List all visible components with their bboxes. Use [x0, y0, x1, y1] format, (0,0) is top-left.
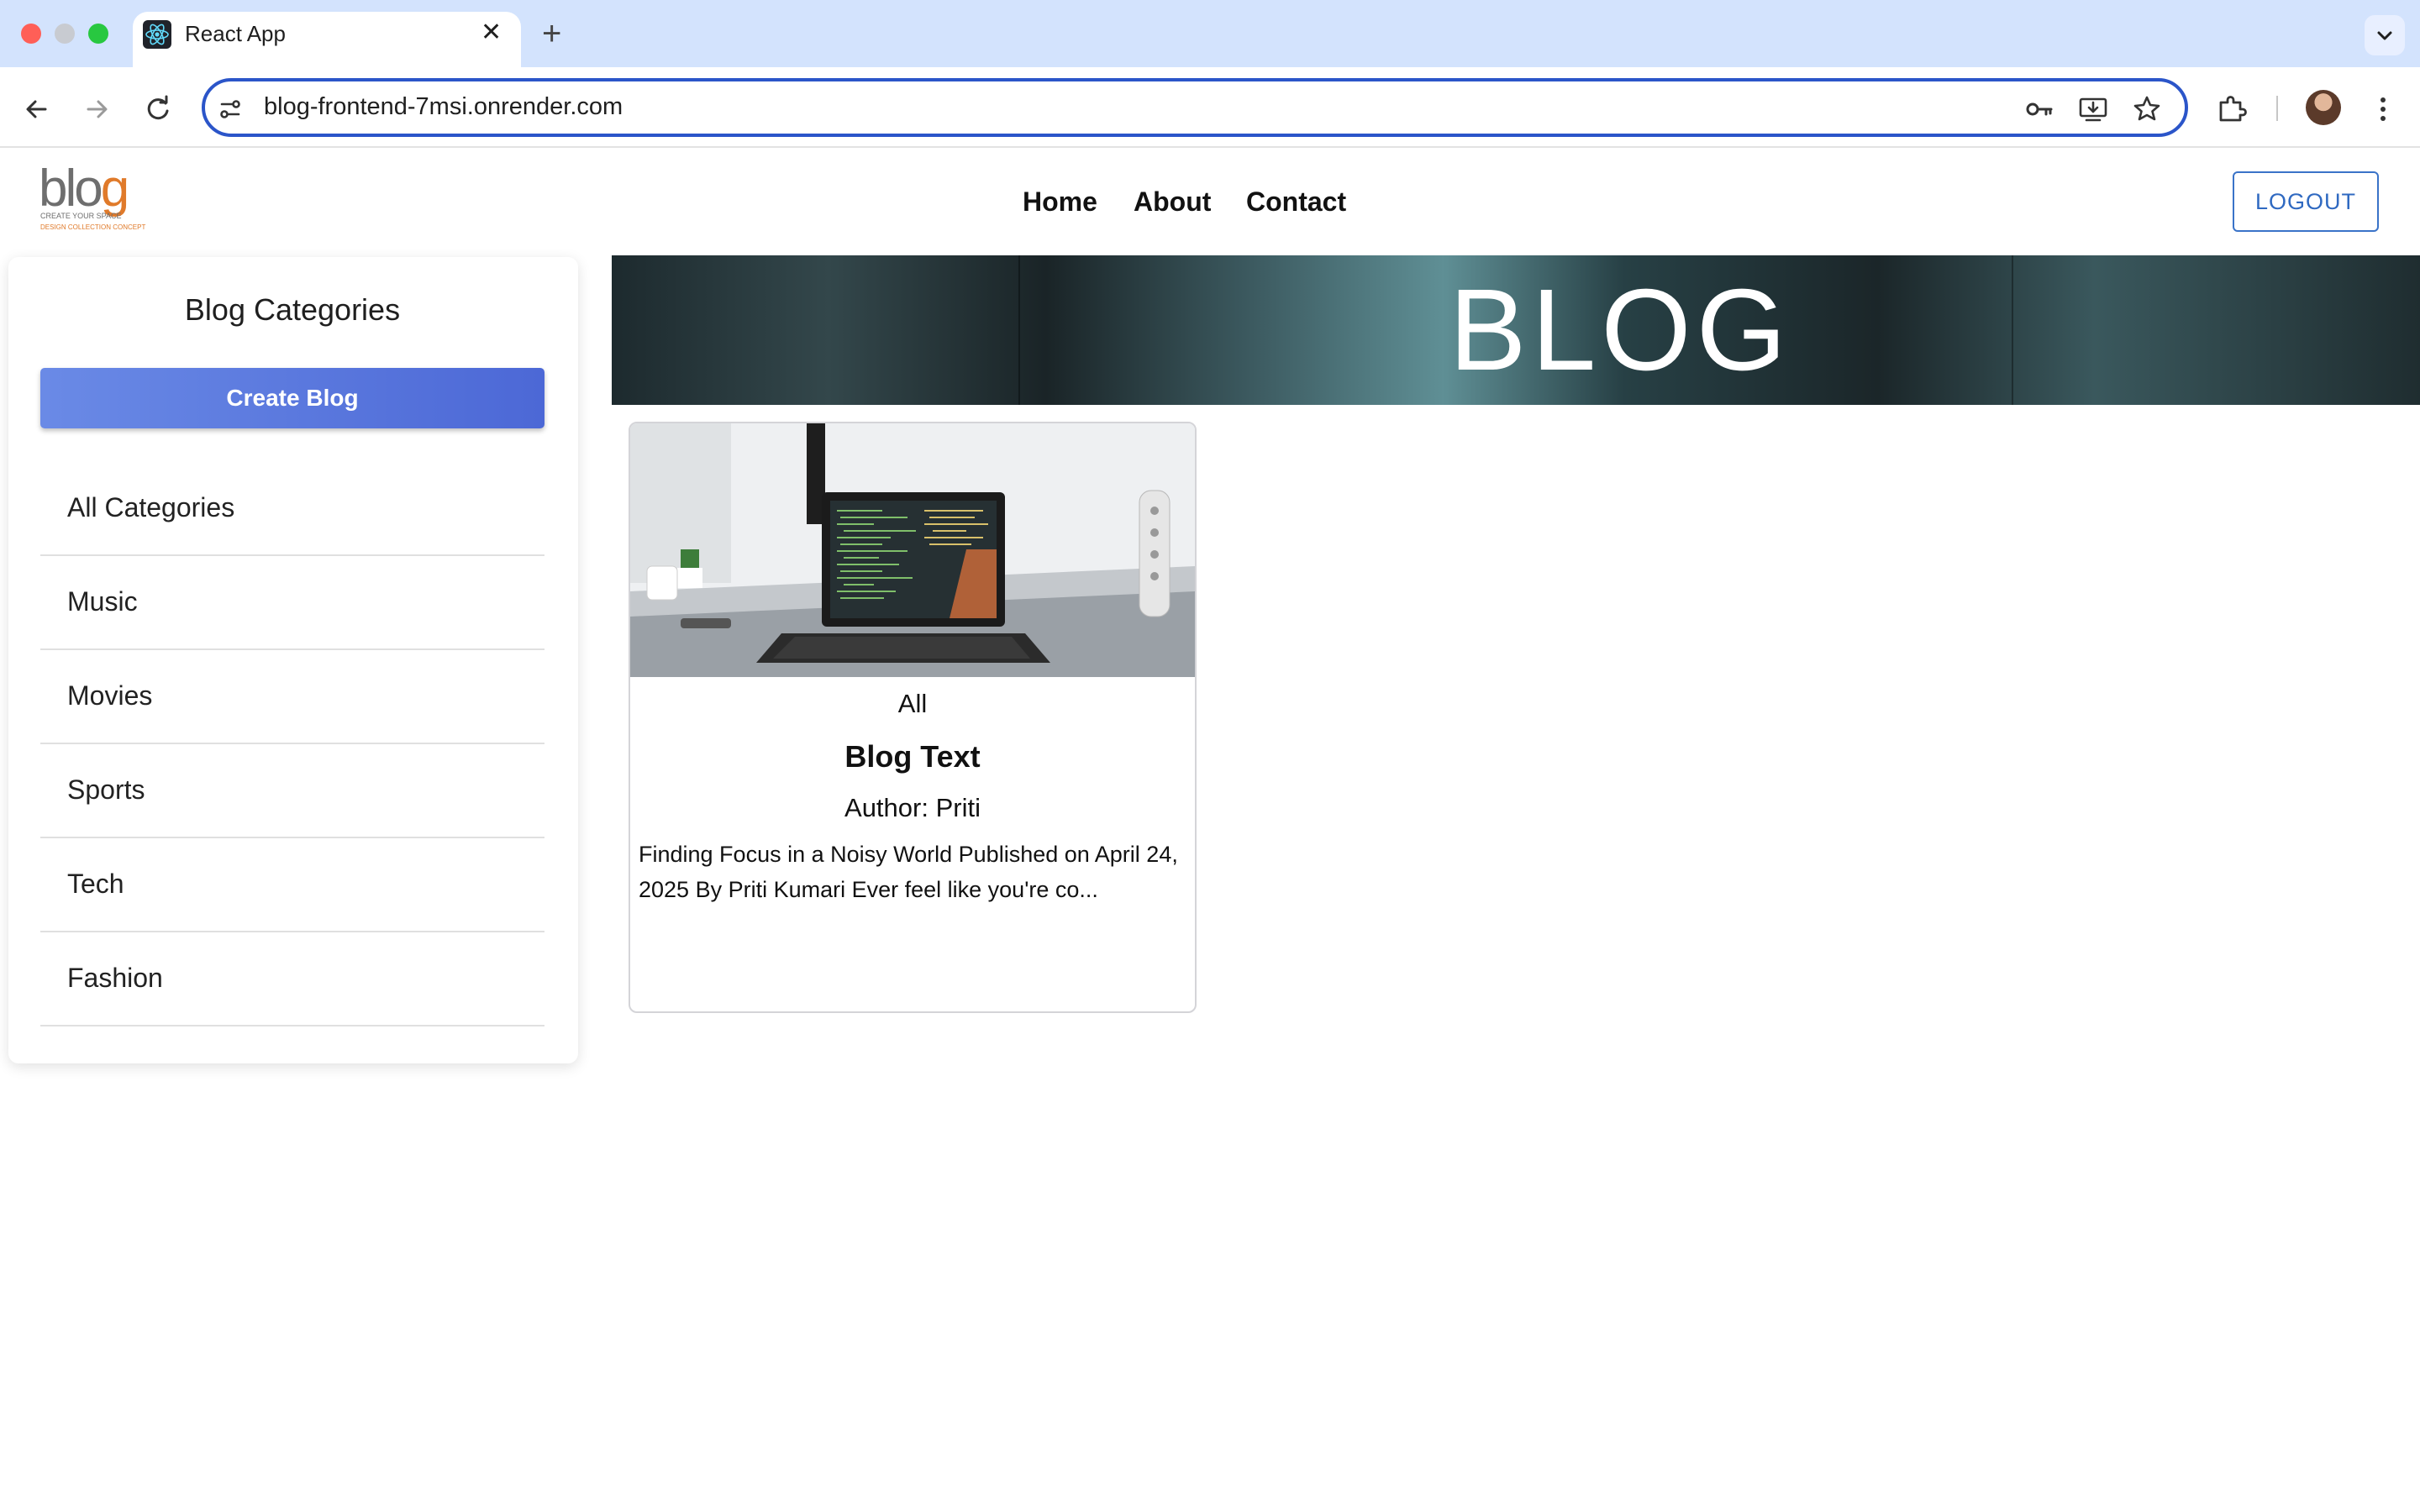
blog-banner: BLOG [612, 255, 2420, 405]
tab-close-icon[interactable]: ✕ [481, 18, 502, 47]
password-key-icon[interactable] [2023, 92, 2056, 126]
install-app-icon[interactable] [2076, 92, 2110, 126]
category-label: Movies [67, 680, 153, 711]
category-item-tech[interactable]: Tech [40, 838, 544, 932]
close-window-button[interactable] [21, 24, 41, 44]
banner-title: BLOG [1449, 265, 1791, 395]
category-item-movies[interactable]: Movies [40, 650, 544, 744]
bookmark-star-icon[interactable] [2130, 92, 2164, 126]
new-tab-icon[interactable]: + [542, 15, 561, 52]
minimize-window-button[interactable] [55, 24, 75, 44]
logo-g: g [100, 160, 130, 218]
tab-title: React App [185, 21, 286, 46]
logout-button[interactable]: LOGOUT [2233, 171, 2379, 232]
category-label: Music [67, 586, 138, 617]
post-excerpt: Finding Focus in a Noisy World Published… [639, 842, 1178, 902]
post-title[interactable]: Blog Text [629, 739, 1197, 774]
tab-search-button[interactable] [2365, 15, 2405, 55]
back-arrow-icon[interactable] [18, 91, 55, 128]
url-text: blog-frontend-7msi.onrender.com [264, 93, 623, 120]
post-author: Author: Priti [844, 793, 981, 822]
extensions-puzzle-icon[interactable] [2213, 91, 2250, 128]
logo-subtagline: DESIGN COLLECTION CONCEPT [40, 223, 146, 231]
logo-tagline: CREATE YOUR SPACE [40, 212, 122, 220]
reload-icon[interactable] [139, 91, 176, 128]
nav-home-link[interactable]: Home [1023, 186, 1097, 218]
browser-menu-icon[interactable] [2365, 91, 2402, 128]
profile-avatar[interactable] [2306, 90, 2341, 125]
react-icon [143, 20, 171, 49]
nav-about-link[interactable]: About [1134, 186, 1211, 218]
maximize-window-button[interactable] [88, 24, 108, 44]
create-blog-button[interactable]: Create Blog [40, 368, 544, 428]
category-label: Tech [67, 869, 124, 899]
category-item-sports[interactable]: Sports [40, 744, 544, 838]
post-image [630, 423, 1195, 677]
category-label: Sports [67, 774, 145, 805]
site-logo[interactable]: blog CREATE YOUR SPACE DESIGN COLLECTION… [39, 163, 148, 239]
sidebar-title: Blog Categories [184, 292, 401, 327]
category-label: All Categories [67, 492, 235, 522]
site-settings-icon[interactable] [213, 92, 247, 126]
toolbar-divider [2276, 96, 2278, 121]
category-item-fashion[interactable]: Fashion [40, 932, 544, 1026]
forward-arrow-icon[interactable] [78, 91, 115, 128]
category-label: Fashion [67, 963, 163, 993]
nav-contact-link[interactable]: Contact [1246, 186, 1346, 218]
category-item-all[interactable]: All Categories [40, 462, 544, 556]
logo-text: blo [39, 160, 103, 218]
post-category: All [897, 689, 928, 718]
category-item-music[interactable]: Music [40, 556, 544, 650]
